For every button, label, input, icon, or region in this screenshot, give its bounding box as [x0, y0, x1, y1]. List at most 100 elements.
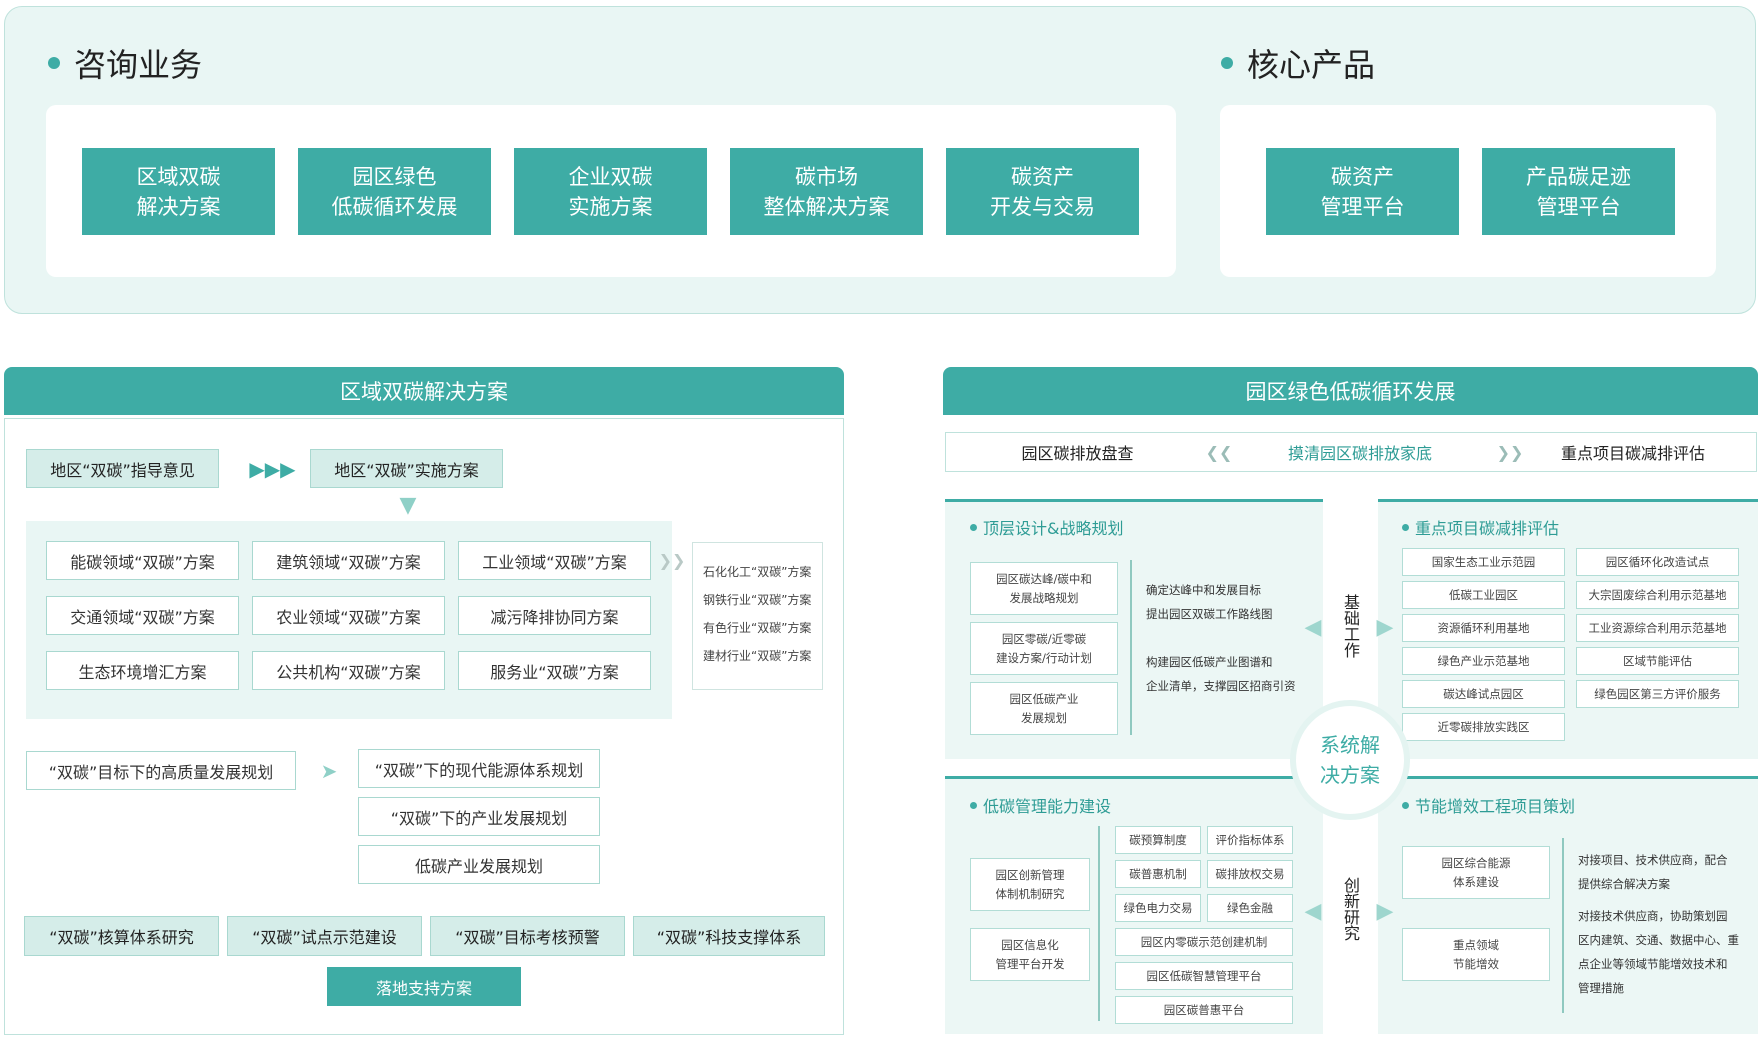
domain-plan: 交通领域“双碳”方案 [46, 596, 239, 635]
efficiency-box: 园区综合能源 体系建设 [1402, 846, 1550, 899]
support-item: “双碳”核算体系研究 [24, 916, 219, 956]
left-section-header: 区域双碳解决方案 [4, 367, 844, 415]
project-item: 绿色产业示范基地 [1402, 647, 1565, 675]
project-item: 区域节能评估 [1576, 647, 1739, 675]
core-title-text: 核心产品 [1247, 46, 1376, 84]
core-title: 核心产品 [1221, 40, 1375, 86]
industry-box: 石化化工“双碳”方案 钢铁行业“双碳”方案 有色行业“双碳”方案 建材行业“双碳… [692, 542, 823, 690]
bullet-dot-icon [970, 523, 977, 531]
triple-arrow-icon: ▶▶▶ [249, 457, 296, 481]
bullet-dot-icon [48, 57, 60, 69]
mechanism-item: 园区碳普惠平台 [1115, 996, 1293, 1024]
consulting-title-text: 咨询业务 [74, 46, 203, 84]
strategy-box: 园区低碳产业 发展规划 [970, 682, 1118, 735]
sub-plan: 低碳产业发展规划 [358, 845, 600, 884]
quadrant-title-text: 重点项目碳减排评估 [1415, 519, 1560, 538]
project-item: 工业资源综合利用示范基地 [1576, 614, 1739, 642]
efficiency-note: 对接技术供应商，协助策划园 区内建筑、交通、数据中心、重 点企业等领域节能增效技… [1578, 909, 1739, 995]
industry-item: 有色行业“双碳”方案 [703, 621, 812, 635]
mechanism-item: 评价指标体系 [1207, 826, 1293, 854]
mechanism-item: 园区内零碳示范创建机制 [1115, 928, 1293, 956]
project-item: 园区循环化改造试点 [1576, 548, 1739, 576]
high-quality-plan: “双碳”目标下的高质量发展规划 [26, 751, 296, 790]
project-item: 国家生态工业示范园 [1402, 548, 1565, 576]
consulting-item[interactable]: 园区绿色 低碳循环发展 [298, 148, 491, 235]
support-item: “双碳”科技支撑体系 [633, 916, 825, 956]
project-item: 低碳工业园区 [1402, 581, 1565, 609]
management-box: 园区信息化 管理平台开发 [970, 928, 1090, 981]
efficiency-box: 重点领域 节能增效 [1402, 928, 1550, 981]
down-arrow-icon: ▼ [399, 492, 417, 518]
project-item: 近零碳排放实践区 [1402, 713, 1565, 741]
left-chevron-icon: ❮❮ [1205, 442, 1233, 462]
mechanism-item: 绿色金融 [1207, 894, 1293, 922]
domain-plan: 能碳领域“双碳”方案 [46, 541, 239, 580]
core-item[interactable]: 碳资产 管理平台 [1266, 148, 1459, 235]
quadrant-title-text: 顶层设计&战略规划 [983, 519, 1124, 538]
strategy-note: 确定达峰中和发展目标 提出园区双碳工作路线图 [1146, 583, 1273, 621]
consulting-item[interactable]: 碳市场 整体解决方案 [730, 148, 923, 235]
domain-plan: 工业领域“双碳”方案 [458, 541, 651, 580]
right-chevron-icon: ❯❯ [1496, 442, 1524, 462]
domain-plan: 公共机构“双碳”方案 [252, 651, 445, 690]
core-item[interactable]: 产品碳足迹 管理平台 [1482, 148, 1675, 235]
domain-plan: 生态环境增汇方案 [46, 651, 239, 690]
consulting-item[interactable]: 企业双碳 实施方案 [514, 148, 707, 235]
industry-item: 钢铁行业“双碳”方案 [703, 593, 812, 607]
right-section-header: 园区绿色低碳循环发展 [943, 367, 1758, 415]
quadrant-title-text: 节能增效工程项目策划 [1415, 797, 1576, 816]
mechanism-item: 碳排放权交易 [1207, 860, 1293, 888]
consulting-item[interactable]: 碳资产 开发与交易 [946, 148, 1139, 235]
mechanism-item: 碳预算制度 [1115, 826, 1201, 854]
foundation-label: 基础工作 [1341, 594, 1360, 658]
mechanism-item: 绿色电力交易 [1115, 894, 1201, 922]
right-arrow-icon: ▶ [1376, 614, 1394, 640]
bracket-line [1098, 826, 1100, 1021]
landing-support: 落地支持方案 [327, 967, 521, 1006]
sub-plan: “双碳”下的现代能源体系规划 [358, 749, 600, 788]
inventory-middle: 摸清园区碳排放家底 [1287, 444, 1432, 463]
project-item: 资源循环利用基地 [1402, 614, 1565, 642]
innovation-label: 创新研究 [1341, 877, 1360, 941]
system-solution-circle: 系统解 决方案 [1290, 700, 1410, 820]
domain-plan: 减污降排协同方案 [458, 596, 651, 635]
support-item: “双碳”试点示范建设 [227, 916, 422, 956]
domain-plan: 建筑领域“双碳”方案 [252, 541, 445, 580]
bracket-line [1130, 560, 1132, 735]
bullet-dot-icon [1221, 57, 1233, 69]
double-chevron-icon: ❯❯ [658, 550, 686, 570]
inventory-right: 重点项目碳减排评估 [1560, 444, 1705, 463]
left-arrow-icon: ◀ [1304, 898, 1322, 924]
guide-box: 地区“双碳”指导意见 [26, 449, 219, 488]
efficiency-note: 对接项目、技术供应商，配合 提供综合解决方案 [1578, 853, 1728, 891]
bullet-dot-icon [1402, 801, 1409, 809]
left-arrow-icon: ◀ [1304, 614, 1322, 640]
support-item: “双碳”目标考核预警 [430, 916, 625, 956]
inventory-left: 园区碳排放盘查 [1021, 444, 1134, 463]
domain-plan: 农业领域“双碳”方案 [252, 596, 445, 635]
right-arrow-icon: ▶ [1376, 898, 1394, 924]
quadrant-title: 重点项目碳减排评估 [1402, 515, 1559, 539]
mechanism-item: 碳普惠机制 [1115, 860, 1201, 888]
quadrant-title: 低碳管理能力建设 [970, 793, 1111, 817]
project-item: 大宗固废综合利用示范基地 [1576, 581, 1739, 609]
management-box: 园区创新管理 体制机制研究 [970, 858, 1090, 911]
industry-item: 石化化工“双碳”方案 [703, 565, 812, 579]
consulting-item[interactable]: 区域双碳 解决方案 [82, 148, 275, 235]
quadrant-title: 节能增效工程项目策划 [1402, 793, 1575, 817]
consulting-title: 咨询业务 [48, 40, 202, 86]
mechanism-item: 园区低碳智慧管理平台 [1115, 962, 1293, 990]
right-arrow-icon: ➤ [320, 759, 338, 783]
sub-plan: “双碳”下的产业发展规划 [358, 797, 600, 836]
bullet-dot-icon [1402, 523, 1409, 531]
strategy-box: 园区碳达峰/碳中和 发展战略规划 [970, 562, 1118, 615]
quadrant-title-text: 低碳管理能力建设 [983, 797, 1112, 816]
bullet-dot-icon [970, 801, 977, 809]
strategy-box: 园区零碳/近零碳 建设方案/行动计划 [970, 622, 1118, 675]
project-item: 绿色园区第三方评价服务 [1576, 680, 1739, 708]
project-item: 碳达峰试点园区 [1402, 680, 1565, 708]
bracket-line [1562, 838, 1564, 1013]
industry-item: 建材行业“双碳”方案 [703, 649, 812, 663]
domain-plan: 服务业“双碳”方案 [458, 651, 651, 690]
quadrant-title: 顶层设计&战略规划 [970, 515, 1123, 539]
